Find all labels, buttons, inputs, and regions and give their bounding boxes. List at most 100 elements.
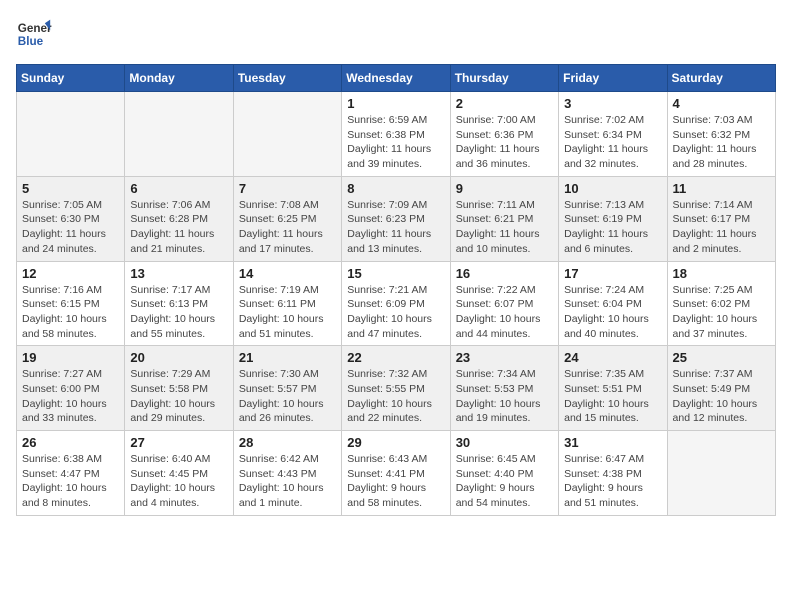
logo-icon: General Blue	[16, 16, 52, 52]
day-info: Sunrise: 6:45 AM Sunset: 4:40 PM Dayligh…	[456, 452, 553, 511]
calendar-week-row: 12 Sunrise: 7:16 AM Sunset: 6:15 PM Dayli…	[17, 261, 776, 346]
day-info: Sunrise: 7:34 AM Sunset: 5:53 PM Dayligh…	[456, 367, 553, 426]
calendar-week-row: 1Sunrise: 6:59 AM Sunset: 6:38 PM Daylig…	[17, 92, 776, 177]
day-info: Sunrise: 6:40 AM Sunset: 4:45 PM Dayligh…	[130, 452, 227, 511]
day-info: Sunrise: 7:30 AM Sunset: 5:57 PM Dayligh…	[239, 367, 336, 426]
calendar-day-cell: 26 Sunrise: 6:38 AM Sunset: 4:47 PM Dayli…	[17, 431, 125, 516]
day-number: 31	[564, 435, 661, 450]
day-info: Sunrise: 7:29 AM Sunset: 5:58 PM Dayligh…	[130, 367, 227, 426]
calendar-day-cell	[17, 92, 125, 177]
day-number: 28	[239, 435, 336, 450]
day-number: 12	[22, 266, 119, 281]
day-number: 19	[22, 350, 119, 365]
svg-text:Blue: Blue	[18, 35, 44, 48]
calendar-day-cell: 6 Sunrise: 7:06 AM Sunset: 6:28 PM Daylig…	[125, 176, 233, 261]
calendar-day-header: Tuesday	[233, 65, 341, 92]
calendar-day-header: Sunday	[17, 65, 125, 92]
day-info: Sunrise: 7:25 AM Sunset: 6:02 PM Dayligh…	[673, 283, 770, 342]
day-number: 15	[347, 266, 444, 281]
calendar-day-cell: 5 Sunrise: 7:05 AM Sunset: 6:30 PM Daylig…	[17, 176, 125, 261]
calendar-day-cell: 9 Sunrise: 7:11 AM Sunset: 6:21 PM Daylig…	[450, 176, 558, 261]
day-info: Sunrise: 7:21 AM Sunset: 6:09 PM Dayligh…	[347, 283, 444, 342]
day-info: Sunrise: 7:13 AM Sunset: 6:19 PM Dayligh…	[564, 198, 661, 257]
calendar-day-cell: 15 Sunrise: 7:21 AM Sunset: 6:09 PM Dayli…	[342, 261, 450, 346]
calendar-week-row: 19 Sunrise: 7:27 AM Sunset: 6:00 PM Dayli…	[17, 346, 776, 431]
calendar-day-cell: 8Sunrise: 7:09 AM Sunset: 6:23 PM Daylig…	[342, 176, 450, 261]
calendar-day-cell: 20 Sunrise: 7:29 AM Sunset: 5:58 PM Dayli…	[125, 346, 233, 431]
calendar-week-row: 5 Sunrise: 7:05 AM Sunset: 6:30 PM Daylig…	[17, 176, 776, 261]
day-info: Sunrise: 7:22 AM Sunset: 6:07 PM Dayligh…	[456, 283, 553, 342]
day-number: 14	[239, 266, 336, 281]
day-number: 22	[347, 350, 444, 365]
calendar-day-cell: 17Sunrise: 7:24 AM Sunset: 6:04 PM Dayli…	[559, 261, 667, 346]
day-number: 6	[130, 181, 227, 196]
logo: General Blue	[16, 16, 52, 52]
calendar-day-cell: 21Sunrise: 7:30 AM Sunset: 5:57 PM Dayli…	[233, 346, 341, 431]
calendar-day-header: Friday	[559, 65, 667, 92]
calendar-day-cell: 18 Sunrise: 7:25 AM Sunset: 6:02 PM Dayli…	[667, 261, 775, 346]
calendar-day-cell: 22 Sunrise: 7:32 AM Sunset: 5:55 PM Dayli…	[342, 346, 450, 431]
day-info: Sunrise: 6:38 AM Sunset: 4:47 PM Dayligh…	[22, 452, 119, 511]
calendar-day-cell: 29 Sunrise: 6:43 AM Sunset: 4:41 PM Dayli…	[342, 431, 450, 516]
calendar-day-cell: 13 Sunrise: 7:17 AM Sunset: 6:13 PM Dayli…	[125, 261, 233, 346]
day-number: 4	[673, 96, 770, 111]
day-info: Sunrise: 7:11 AM Sunset: 6:21 PM Dayligh…	[456, 198, 553, 257]
calendar-header-row: SundayMondayTuesdayWednesdayThursdayFrid…	[17, 65, 776, 92]
calendar-day-cell: 4 Sunrise: 7:03 AM Sunset: 6:32 PM Daylig…	[667, 92, 775, 177]
day-number: 30	[456, 435, 553, 450]
calendar-day-header: Monday	[125, 65, 233, 92]
calendar-day-cell: 30 Sunrise: 6:45 AM Sunset: 4:40 PM Dayli…	[450, 431, 558, 516]
day-number: 24	[564, 350, 661, 365]
day-info: Sunrise: 7:09 AM Sunset: 6:23 PM Dayligh…	[347, 198, 444, 257]
day-info: Sunrise: 7:14 AM Sunset: 6:17 PM Dayligh…	[673, 198, 770, 257]
calendar-day-cell: 24 Sunrise: 7:35 AM Sunset: 5:51 PM Dayli…	[559, 346, 667, 431]
day-info: Sunrise: 7:05 AM Sunset: 6:30 PM Dayligh…	[22, 198, 119, 257]
day-number: 27	[130, 435, 227, 450]
day-info: Sunrise: 7:37 AM Sunset: 5:49 PM Dayligh…	[673, 367, 770, 426]
calendar-day-cell: 12 Sunrise: 7:16 AM Sunset: 6:15 PM Dayli…	[17, 261, 125, 346]
day-info: Sunrise: 6:59 AM Sunset: 6:38 PM Dayligh…	[347, 113, 444, 172]
day-number: 3	[564, 96, 661, 111]
day-info: Sunrise: 6:47 AM Sunset: 4:38 PM Dayligh…	[564, 452, 661, 511]
day-info: Sunrise: 7:27 AM Sunset: 6:00 PM Dayligh…	[22, 367, 119, 426]
day-info: Sunrise: 6:42 AM Sunset: 4:43 PM Dayligh…	[239, 452, 336, 511]
day-info: Sunrise: 7:16 AM Sunset: 6:15 PM Dayligh…	[22, 283, 119, 342]
day-number: 29	[347, 435, 444, 450]
calendar-day-cell: 28 Sunrise: 6:42 AM Sunset: 4:43 PM Dayli…	[233, 431, 341, 516]
day-info: Sunrise: 7:00 AM Sunset: 6:36 PM Dayligh…	[456, 113, 553, 172]
day-number: 23	[456, 350, 553, 365]
calendar-day-cell: 7 Sunrise: 7:08 AM Sunset: 6:25 PM Daylig…	[233, 176, 341, 261]
day-info: Sunrise: 7:03 AM Sunset: 6:32 PM Dayligh…	[673, 113, 770, 172]
calendar-day-cell: 16 Sunrise: 7:22 AM Sunset: 6:07 PM Dayli…	[450, 261, 558, 346]
day-info: Sunrise: 7:35 AM Sunset: 5:51 PM Dayligh…	[564, 367, 661, 426]
calendar-table: SundayMondayTuesdayWednesdayThursdayFrid…	[16, 64, 776, 516]
calendar-day-cell: 23 Sunrise: 7:34 AM Sunset: 5:53 PM Dayli…	[450, 346, 558, 431]
day-number: 20	[130, 350, 227, 365]
day-number: 18	[673, 266, 770, 281]
day-number: 7	[239, 181, 336, 196]
day-info: Sunrise: 7:02 AM Sunset: 6:34 PM Dayligh…	[564, 113, 661, 172]
day-info: Sunrise: 7:08 AM Sunset: 6:25 PM Dayligh…	[239, 198, 336, 257]
day-number: 11	[673, 181, 770, 196]
calendar-day-cell: 19 Sunrise: 7:27 AM Sunset: 6:00 PM Dayli…	[17, 346, 125, 431]
day-number: 10	[564, 181, 661, 196]
calendar-day-cell: 31 Sunrise: 6:47 AM Sunset: 4:38 PM Dayli…	[559, 431, 667, 516]
day-number: 16	[456, 266, 553, 281]
day-number: 9	[456, 181, 553, 196]
day-info: Sunrise: 7:06 AM Sunset: 6:28 PM Dayligh…	[130, 198, 227, 257]
calendar-day-header: Saturday	[667, 65, 775, 92]
calendar-day-cell	[233, 92, 341, 177]
day-info: Sunrise: 7:19 AM Sunset: 6:11 PM Dayligh…	[239, 283, 336, 342]
calendar-day-cell: 3 Sunrise: 7:02 AM Sunset: 6:34 PM Daylig…	[559, 92, 667, 177]
calendar-day-cell: 27 Sunrise: 6:40 AM Sunset: 4:45 PM Dayli…	[125, 431, 233, 516]
day-number: 13	[130, 266, 227, 281]
day-info: Sunrise: 7:17 AM Sunset: 6:13 PM Dayligh…	[130, 283, 227, 342]
day-info: Sunrise: 6:43 AM Sunset: 4:41 PM Dayligh…	[347, 452, 444, 511]
calendar-day-cell: 14 Sunrise: 7:19 AM Sunset: 6:11 PM Dayli…	[233, 261, 341, 346]
calendar-day-cell	[667, 431, 775, 516]
day-number: 5	[22, 181, 119, 196]
calendar-week-row: 26 Sunrise: 6:38 AM Sunset: 4:47 PM Dayli…	[17, 431, 776, 516]
day-number: 26	[22, 435, 119, 450]
calendar-day-cell: 10 Sunrise: 7:13 AM Sunset: 6:19 PM Dayli…	[559, 176, 667, 261]
day-info: Sunrise: 7:32 AM Sunset: 5:55 PM Dayligh…	[347, 367, 444, 426]
